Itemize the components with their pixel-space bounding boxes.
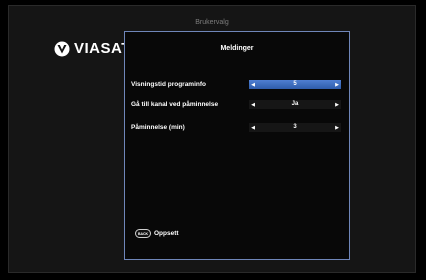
viasat-logo-icon: [54, 41, 70, 57]
display-time-spinner[interactable]: ◀ 5 ▶: [249, 80, 341, 89]
panel-title: Meldinger: [220, 45, 254, 52]
back-label: Oppsett: [154, 230, 179, 237]
arrow-left-icon[interactable]: ◀: [249, 100, 257, 109]
setting-row-reminder-min: Påminnelse (min) ◀ 3 ▶: [131, 123, 341, 132]
spinner-value: 5: [293, 81, 297, 87]
setting-row-goto-channel: Gå till kanal ved påminnelse ◀ Ja ▶: [131, 100, 341, 109]
brand-name: VIASAT: [74, 40, 131, 57]
spinner-value: Ja: [291, 101, 299, 107]
viasat-logo: VIASAT: [54, 40, 131, 57]
setting-row-display-time: Visningstid programinfo ◀ 5 ▶: [131, 80, 341, 89]
window-title: Brukervalg: [195, 19, 229, 26]
arrow-right-icon[interactable]: ▶: [333, 100, 341, 109]
arrow-right-icon[interactable]: ▶: [333, 80, 341, 89]
tv-screen: Brukervalg VIASAT Meldinger Visningstid …: [0, 0, 426, 280]
arrow-left-icon[interactable]: ◀: [249, 123, 257, 132]
reminder-min-spinner[interactable]: ◀ 3 ▶: [249, 123, 341, 132]
setting-label: Påminnelse (min): [131, 124, 185, 131]
setting-label: Visningstid programinfo: [131, 81, 206, 88]
setting-label: Gå till kanal ved påminnelse: [131, 101, 219, 108]
settings-panel: Meldinger Visningstid programinfo ◀ 5 ▶ …: [124, 31, 350, 260]
spinner-value: 3: [293, 124, 297, 130]
back-hint[interactable]: BACK Oppsett: [135, 229, 179, 238]
arrow-right-icon[interactable]: ▶: [333, 123, 341, 132]
goto-channel-spinner[interactable]: ◀ Ja ▶: [249, 100, 341, 109]
back-button-icon[interactable]: BACK: [135, 229, 151, 238]
arrow-left-icon[interactable]: ◀: [249, 80, 257, 89]
